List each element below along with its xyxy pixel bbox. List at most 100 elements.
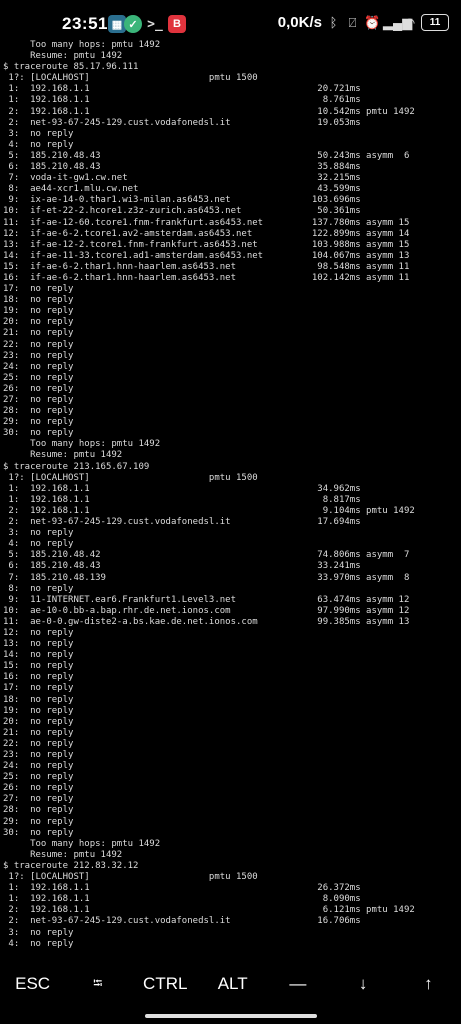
- terminal-line: Too many hops: pmtu 1492: [3, 838, 161, 849]
- terminal-line: 30: no reply: [3, 827, 74, 838]
- terminal-line: 5: 185.210.48.42 74.806ms asymm 7: [3, 550, 410, 561]
- terminal-line: 25: no reply: [3, 772, 74, 783]
- terminal-line: 1?: [LOCALHOST] pmtu 1500: [3, 872, 258, 883]
- terminal-line: 27: no reply: [3, 794, 74, 805]
- terminal-line: 13: if-ae-12-2.tcore1.fnm-frankfurt.as64…: [3, 239, 410, 250]
- terminal-line: 23: no reply: [3, 350, 74, 361]
- terminal-line: 9: ix-ae-14-0.thar1.wi3-milan.as6453.net…: [3, 195, 361, 206]
- terminal-line: 2: net-93-67-245-129.cust.vodafonedsl.it…: [3, 517, 361, 528]
- terminal-line: 15: if-ae-6-2.thar1.hnn-haarlem.as6453.n…: [3, 261, 410, 272]
- terminal-line: 14: no reply: [3, 650, 74, 661]
- terminal-line: 12: no reply: [3, 627, 74, 638]
- status-time: 23:51: [62, 14, 108, 33]
- terminal-line: 5: 185.210.48.43 50.243ms asymm 6: [3, 150, 410, 161]
- arrow-up-key[interactable]: ↑: [408, 974, 448, 994]
- terminal-line: $ traceroute 213.165.67.109: [3, 461, 150, 472]
- extra-keys-bar: ESC ⭾ CTRL ALT — ↓ ↑: [0, 962, 461, 1006]
- dash-key[interactable]: —: [278, 974, 318, 994]
- terminal-line: 13: no reply: [3, 639, 74, 650]
- shield-icon: ✓: [124, 15, 142, 33]
- wifi-icon: ◠: [403, 15, 416, 30]
- terminal-line: 2: net-93-67-245-129.cust.vodafonedsl.it…: [3, 916, 361, 927]
- terminal-line: 7: voda-it-gw1.cw.net 32.215ms: [3, 173, 361, 184]
- terminal-line: 22: no reply: [3, 339, 74, 350]
- terminal-output[interactable]: Too many hops: pmtu 1492 Resume: pmtu 14…: [3, 40, 461, 952]
- terminal-line: 18: no reply: [3, 295, 74, 306]
- terminal-line: 26: no reply: [3, 383, 74, 394]
- terminal-line: 8: ae44-xcr1.mlu.cw.net 43.599ms: [3, 184, 361, 195]
- terminal-line: 1: 192.168.1.1 34.962ms: [3, 483, 361, 494]
- terminal-line: 1: 192.168.1.1 8.761ms: [3, 95, 361, 106]
- terminal-line: 6: 185.210.48.43 33.241ms: [3, 561, 361, 572]
- terminal-line: 24: no reply: [3, 761, 74, 772]
- terminal-line: 2: net-93-67-245-129.cust.vodafonedsl.it…: [3, 117, 361, 128]
- terminal-line: 11: ae-0-0.gw-diste2-a.bs.kae.de.net.ion…: [3, 616, 410, 627]
- esc-key[interactable]: ESC: [13, 974, 53, 994]
- net-speed: 0,0K/s: [277, 14, 322, 31]
- terminal-line: 23: no reply: [3, 750, 74, 760]
- terminal-line: Too many hops: pmtu 1492: [3, 40, 161, 50]
- terminal-line: Resume: pmtu 1492: [3, 849, 123, 860]
- alt-key[interactable]: ALT: [213, 974, 253, 994]
- terminal-line: 16: if-ae-6-2.thar1.hnn-haarlem.as6453.n…: [3, 272, 410, 283]
- terminal-line: Too many hops: pmtu 1492: [3, 439, 161, 450]
- alarm-icon: ⏰: [364, 15, 381, 30]
- terminal-line: 2: 192.168.1.1 10.542ms pmtu 1492: [3, 106, 415, 117]
- terminal-line: 1?: [LOCALHOST] pmtu 1500: [3, 73, 258, 84]
- terminal-line: 28: no reply: [3, 406, 74, 417]
- terminal-line: 18: no reply: [3, 694, 74, 705]
- terminal-line: 20: no reply: [3, 317, 74, 328]
- terminal-line: 12: if-ae-6-2.tcore1.av2-amsterdam.as645…: [3, 228, 410, 239]
- terminal-line: 21: no reply: [3, 727, 74, 738]
- terminal-line: Resume: pmtu 1492: [3, 450, 123, 461]
- terminal-line: 9: 11-INTERNET.ear6.Frankfurt1.Level3.ne…: [3, 594, 410, 605]
- terminal-line: 24: no reply: [3, 361, 74, 372]
- terminal-line: 26: no reply: [3, 783, 74, 794]
- tab-key[interactable]: ⭾: [78, 974, 118, 995]
- terminal-line: 17: no reply: [3, 683, 74, 694]
- terminal-line: 25: no reply: [3, 372, 74, 383]
- terminal-icon: >_: [147, 16, 163, 32]
- terminal-line: 3: no reply: [3, 927, 74, 938]
- terminal-line: 7: 185.210.48.139 33.970ms asymm 8: [3, 572, 410, 583]
- status-right: 0,0K/s ᛒ ⍁ ⏰ ▂▄▆ ◠ 11: [278, 14, 449, 31]
- terminal-line: 8: no reply: [3, 583, 74, 594]
- terminal-line: 29: no reply: [3, 816, 74, 827]
- terminal-line: 16: no reply: [3, 672, 74, 683]
- terminal-line: 20: no reply: [3, 716, 74, 727]
- terminal-line: 27: no reply: [3, 395, 74, 405]
- terminal-line: 3: no reply: [3, 128, 74, 139]
- terminal-line: 1: 192.168.1.1 26.372ms: [3, 883, 361, 894]
- terminal-line: 28: no reply: [3, 805, 74, 816]
- bluetooth-icon: ᛒ: [329, 15, 338, 30]
- terminal-line: 6: 185.210.48.43 35.884ms: [3, 162, 361, 173]
- terminal-line: 11: if-ae-12-60.tcore1.fnm-frankfurt.as6…: [3, 217, 410, 228]
- terminal-line: 1: 192.168.1.1 8.817ms: [3, 494, 361, 505]
- arrow-down-key[interactable]: ↓: [343, 974, 383, 994]
- terminal-line: 1?: [LOCALHOST] pmtu 1500: [3, 472, 258, 483]
- terminal-line: 2: 192.168.1.1 6.121ms pmtu 1492: [3, 905, 415, 916]
- terminal-line: 3: no reply: [3, 528, 74, 539]
- terminal-line: 10: ae-10-0.bb-a.bap.rhr.de.net.ionos.co…: [3, 605, 410, 616]
- terminal-line: 22: no reply: [3, 738, 74, 749]
- terminal-line: $ traceroute 212.83.32.12: [3, 860, 139, 871]
- terminal-line: 19: no reply: [3, 306, 74, 317]
- terminal-line: 4: no reply: [3, 139, 74, 150]
- terminal-line: 14: if-ae-11-33.tcore1.ad1-amsterdam.as6…: [3, 250, 410, 261]
- terminal-line: 30: no reply: [3, 428, 74, 439]
- signal-icon: ▂▄▆: [383, 15, 413, 30]
- terminal-line: 29: no reply: [3, 417, 74, 428]
- vibrate-icon: ⍁: [348, 15, 357, 30]
- terminal-line: 1: 192.168.1.1 20.721ms: [3, 84, 361, 95]
- terminal-line: 10: if-et-22-2.hcore1.z3z-zurich.as6453.…: [3, 206, 361, 217]
- home-indicator[interactable]: [145, 1014, 317, 1018]
- terminal-line: 2: 192.168.1.1 9.104ms pmtu 1492: [3, 505, 415, 516]
- battery-icon: 11: [421, 14, 449, 31]
- terminal-line: 15: no reply: [3, 661, 74, 672]
- terminal-line: 19: no reply: [3, 705, 74, 716]
- terminal-line: Resume: pmtu 1492: [3, 51, 123, 62]
- terminal-line: 4: no reply: [3, 539, 74, 550]
- terminal-line: 21: no reply: [3, 328, 74, 339]
- ctrl-key[interactable]: CTRL: [143, 974, 187, 994]
- brave-icon: B: [168, 15, 186, 33]
